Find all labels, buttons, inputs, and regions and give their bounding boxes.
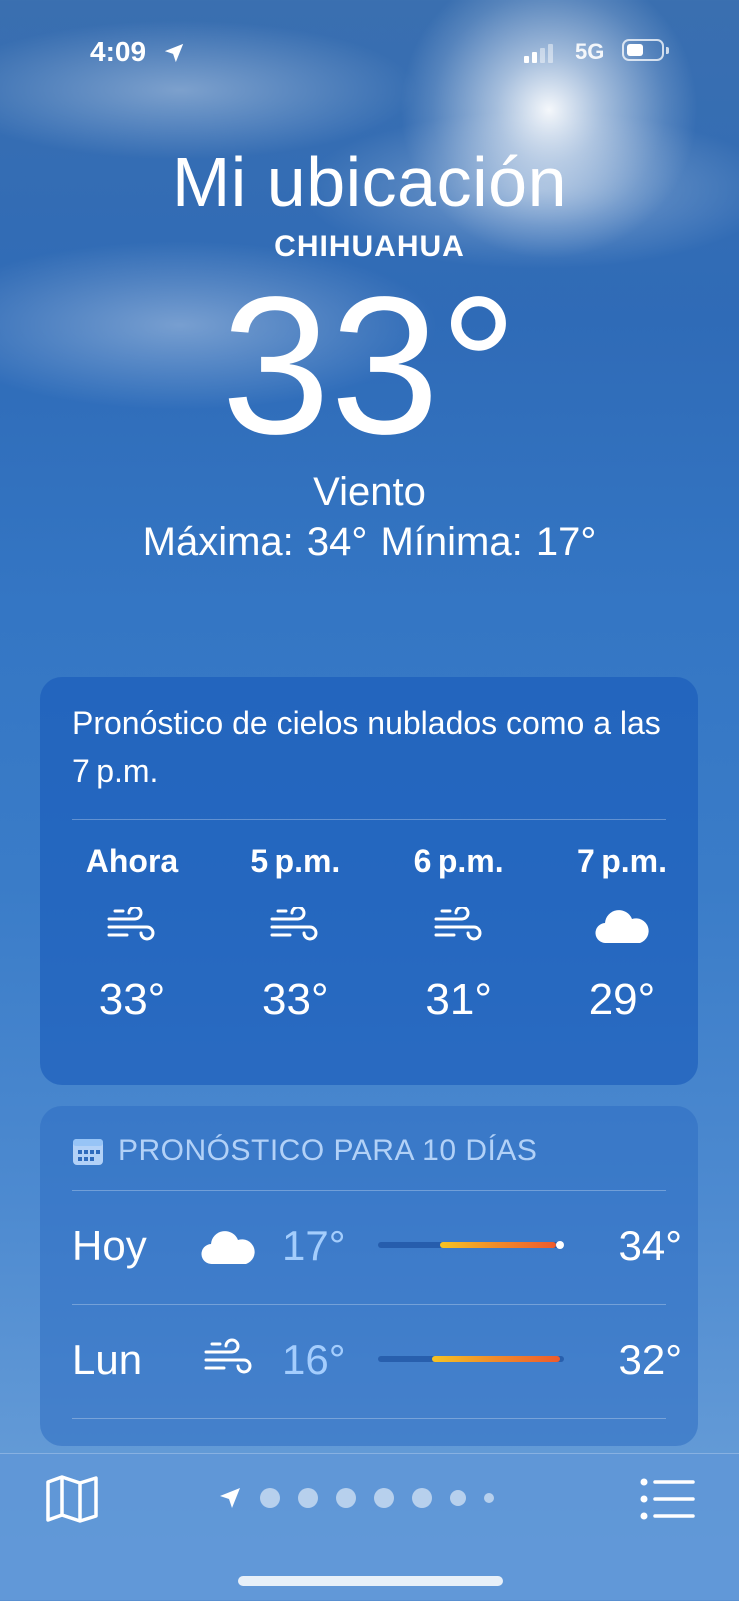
- hour-temp: 33°: [262, 975, 329, 1024]
- cloud-icon: [201, 1231, 255, 1265]
- day-high-temp: 32°: [618, 1336, 682, 1383]
- hour-label: 6 p.m.: [413, 843, 504, 879]
- location-title: Mi ubicación: [171, 143, 568, 221]
- high-low-temps: Máxima: 34° Mínima: 17°: [142, 520, 597, 564]
- page-dot[interactable]: [374, 1488, 394, 1508]
- day-low-temp: 16°: [282, 1336, 346, 1383]
- current-temp-dot: [556, 1241, 564, 1249]
- divider: [72, 1304, 666, 1305]
- location-arrow-icon[interactable]: [218, 1486, 242, 1510]
- temp-range-bar: [378, 1356, 564, 1362]
- wind-icon: [235, 887, 355, 967]
- page-dot[interactable]: [412, 1488, 432, 1508]
- calendar-icon: [73, 1139, 103, 1165]
- hourly-list: Ahora 33° 5 p.m. 33° 6 p.m. 31° 7 p.m. 2…: [72, 843, 682, 1025]
- network-type: 5G: [575, 39, 605, 64]
- hour-temp: 33°: [98, 975, 166, 1024]
- home-indicator[interactable]: [238, 1576, 503, 1586]
- battery-icon: [622, 39, 669, 61]
- hour-item: 7 p.m. 29°: [562, 843, 682, 1025]
- bottom-toolbar: [0, 1453, 739, 1601]
- hour-item: 6 p.m. 31°: [399, 843, 519, 1025]
- daily-header: PRONÓSTICO PARA 10 DÍAS: [72, 1134, 537, 1168]
- hour-item: 5 p.m. 33°: [235, 843, 355, 1025]
- hour-label: 7 p.m.: [576, 843, 667, 879]
- hour-temp: 31°: [425, 975, 492, 1024]
- page-dot[interactable]: [484, 1493, 494, 1503]
- hour-label: 5 p.m.: [250, 843, 341, 879]
- location-arrow-icon: [164, 43, 184, 63]
- daily-title: PRONÓSTICO PARA 10 DÍAS: [118, 1134, 538, 1167]
- map-icon[interactable]: [44, 1474, 100, 1524]
- page-indicator[interactable]: [218, 1486, 494, 1510]
- day-label: Hoy: [72, 1222, 147, 1269]
- hourly-forecast-card[interactable]: Pronóstico de cielos nublados como a las…: [40, 677, 698, 1085]
- day-label: Lun: [72, 1336, 143, 1383]
- wind-icon: [399, 887, 519, 967]
- day-low-temp: 17°: [282, 1222, 346, 1269]
- divider: [72, 1418, 666, 1419]
- daily-row[interactable]: Lun 16° 32°: [72, 1332, 682, 1392]
- list-icon[interactable]: [640, 1478, 696, 1520]
- hour-label: Ahora: [85, 843, 179, 879]
- page-dot[interactable]: [260, 1488, 280, 1508]
- current-temperature: 33°: [221, 256, 518, 475]
- page-dot[interactable]: [336, 1488, 356, 1508]
- wind-icon: [72, 887, 192, 967]
- daily-row[interactable]: Hoy 17° 34°: [72, 1218, 682, 1278]
- daily-forecast-card[interactable]: PRONÓSTICO PARA 10 DÍAS Hoy 17° 34° Lun …: [40, 1106, 698, 1446]
- hourly-summary: Pronóstico de cielos nublados como a las…: [72, 705, 661, 789]
- wind-icon: [204, 1338, 252, 1374]
- hour-temp: 29°: [588, 975, 656, 1024]
- hour-item: Ahora 33°: [72, 843, 192, 1025]
- page-dot[interactable]: [450, 1490, 466, 1506]
- cloud-icon: [562, 887, 682, 967]
- status-time: 4:09: [90, 36, 147, 67]
- status-bar: 4:09 5G: [0, 30, 739, 70]
- divider: [72, 1190, 666, 1191]
- page-dot[interactable]: [298, 1488, 318, 1508]
- cellular-signal-icon: [524, 44, 553, 63]
- current-condition: Viento: [313, 470, 426, 514]
- temp-range-bar: [378, 1241, 564, 1249]
- divider: [72, 819, 666, 820]
- day-high-temp: 34°: [618, 1222, 682, 1269]
